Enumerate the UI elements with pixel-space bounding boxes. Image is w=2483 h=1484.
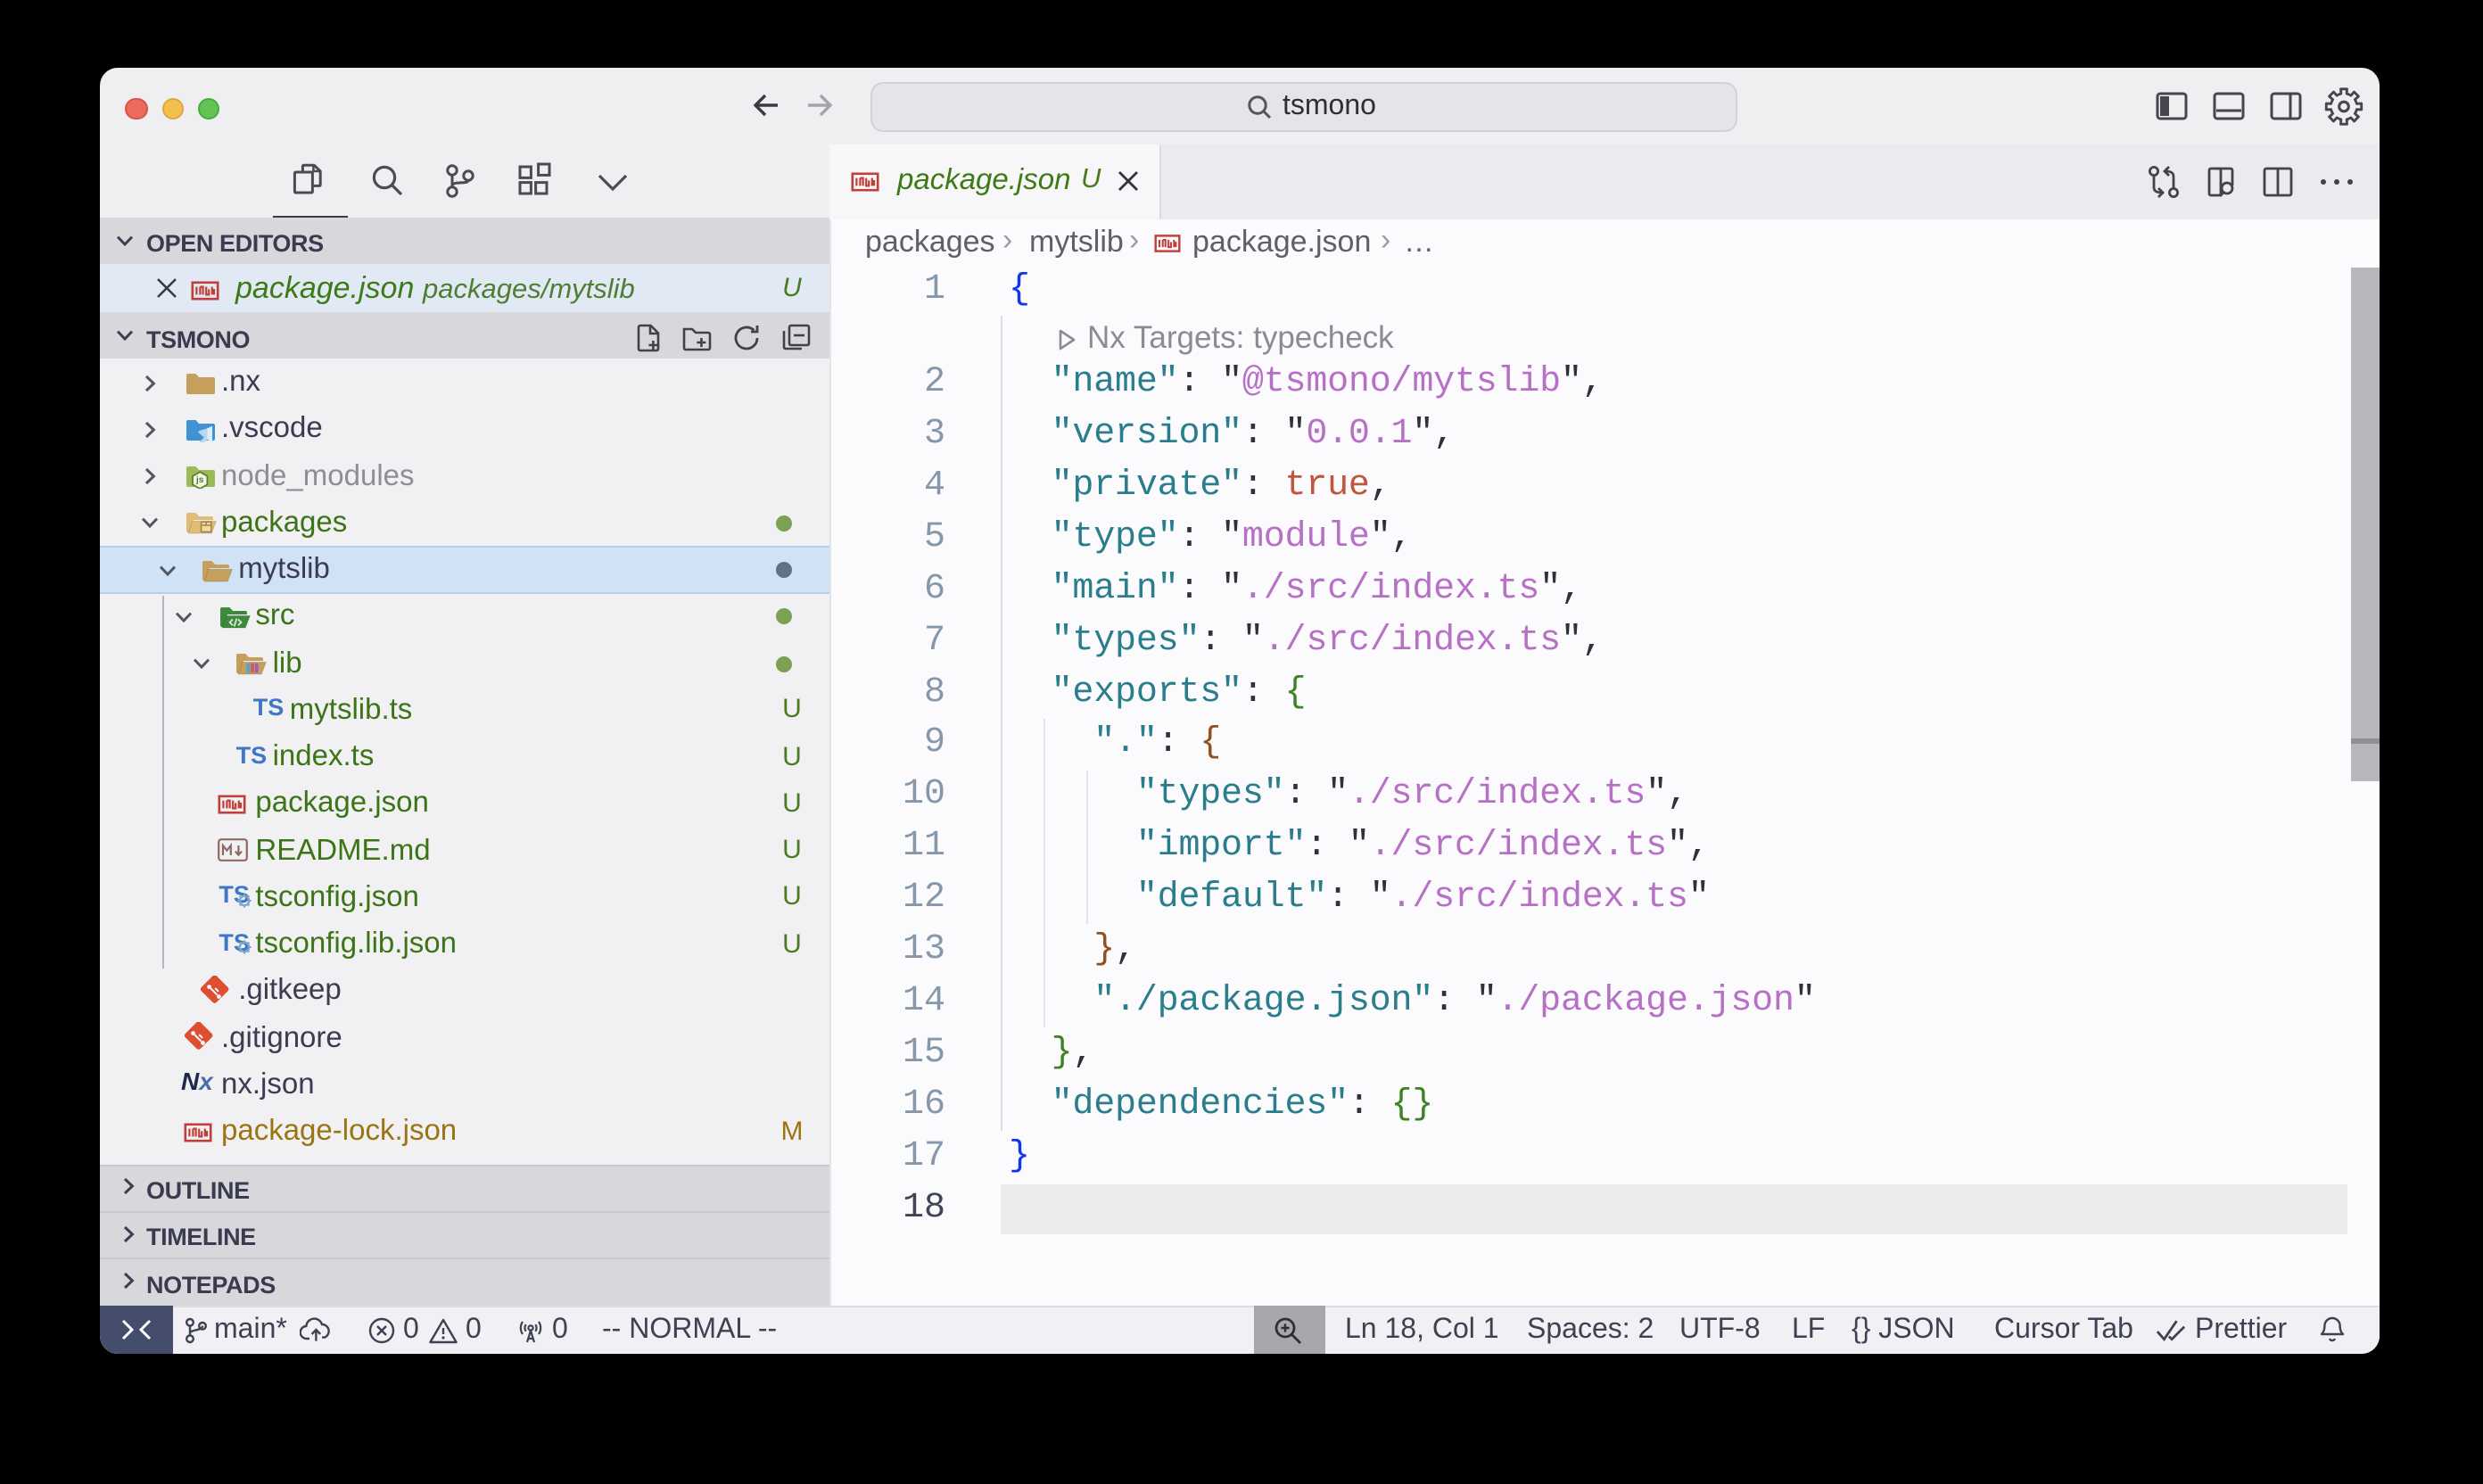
svg-text:js: js [194,475,203,485]
